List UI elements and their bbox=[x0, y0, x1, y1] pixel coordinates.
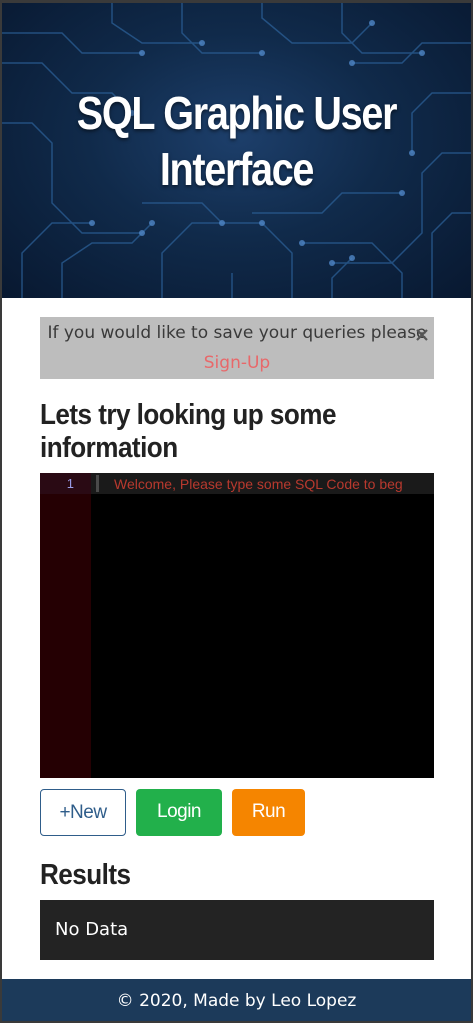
alert-message: If you would like to save your queries p… bbox=[47, 323, 427, 343]
results-panel: No Data bbox=[40, 900, 434, 960]
editor-gutter bbox=[40, 473, 91, 778]
editor-code-line[interactable]: Welcome, Please type some SQL Code to be… bbox=[114, 476, 403, 492]
line-number: 1 bbox=[66, 476, 74, 491]
hero-banner: SQL Graphic User Interface bbox=[2, 3, 471, 298]
editor-fold-marker bbox=[96, 475, 99, 492]
signup-alert: If you would like to save your queries p… bbox=[40, 317, 434, 379]
signup-link[interactable]: Sign-Up bbox=[204, 353, 270, 373]
new-button[interactable]: +New bbox=[40, 789, 126, 836]
login-button[interactable]: Login bbox=[136, 789, 222, 836]
app-frame: SQL Graphic User Interface If you would … bbox=[0, 0, 473, 1023]
results-heading: Results bbox=[40, 859, 131, 891]
results-value: No Data bbox=[55, 919, 129, 940]
page-title-line1: SQL Graphic User bbox=[76, 87, 398, 139]
run-button[interactable]: Run bbox=[232, 789, 305, 836]
section-heading: Lets try looking up some information bbox=[40, 399, 336, 464]
page-title-line2: Interface bbox=[159, 143, 315, 195]
sql-editor[interactable]: 1 Welcome, Please type some SQL Code to … bbox=[40, 473, 434, 778]
footer-text: © 2020, Made by Leo Lopez bbox=[116, 991, 357, 1011]
page-title: SQL Graphic User Interface bbox=[35, 85, 438, 197]
close-icon[interactable] bbox=[414, 323, 430, 341]
footer: © 2020, Made by Leo Lopez bbox=[2, 979, 471, 1021]
